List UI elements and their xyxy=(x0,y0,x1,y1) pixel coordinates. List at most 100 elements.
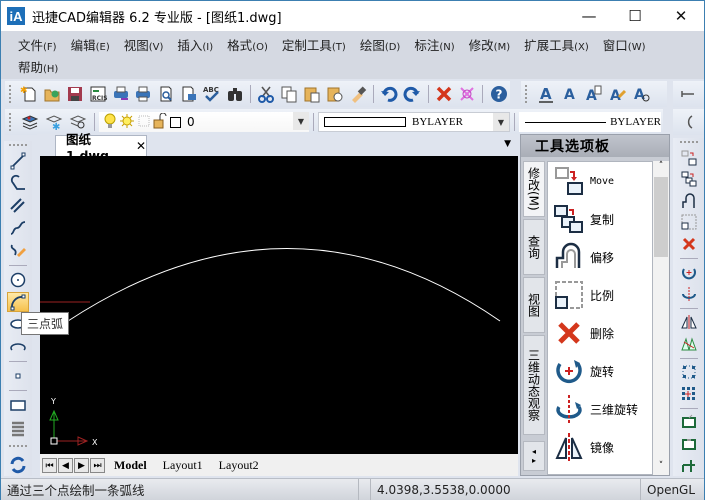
toolbar-grip[interactable] xyxy=(9,113,13,131)
close-button[interactable]: ✕ xyxy=(658,1,704,31)
tab-layout2[interactable]: Layout2 xyxy=(211,456,267,474)
palette-item-erase[interactable]: 删除 xyxy=(548,314,652,352)
palette-item-move[interactable]: Move xyxy=(548,162,652,200)
chevron-down-icon[interactable]: ▼ xyxy=(293,112,309,130)
scroll-up-icon[interactable]: ˄ xyxy=(653,161,669,175)
point-icon[interactable] xyxy=(7,366,29,386)
menu-item-row1-4[interactable]: 格式(O) xyxy=(220,35,275,54)
scroll-thumb[interactable] xyxy=(654,177,668,257)
freeze-icon[interactable] xyxy=(137,114,151,131)
mirror-icon[interactable] xyxy=(678,312,700,333)
tab-model[interactable]: Model xyxy=(106,456,155,474)
lengthen-icon[interactable] xyxy=(678,434,700,455)
toolbar-grip[interactable] xyxy=(679,141,698,144)
palette-tab-modify[interactable]: 修改(M) xyxy=(523,161,545,217)
menu-item-row2-0[interactable]: 帮助(H) xyxy=(11,57,65,76)
palette-item-copy[interactable]: 复制 xyxy=(548,200,652,238)
stretch-icon[interactable] xyxy=(678,412,700,433)
rotate3d-icon[interactable] xyxy=(678,284,700,305)
layer-state-icon[interactable]: ✱ xyxy=(43,111,65,133)
erase-icon[interactable] xyxy=(678,234,700,255)
palette-item-mirror[interactable]: 镜像 xyxy=(548,428,652,466)
lock-icon[interactable] xyxy=(153,112,167,132)
array-icon[interactable] xyxy=(678,362,700,383)
palette-item-rotate3d[interactable]: 三维旋转 xyxy=(548,390,652,428)
menu-item-row1-2[interactable]: 视图(V) xyxy=(117,35,171,54)
print-icon[interactable] xyxy=(133,83,154,105)
help-icon[interactable]: ? xyxy=(488,83,509,105)
mirror3d-icon[interactable] xyxy=(678,334,700,355)
menu-item-row1-7[interactable]: 标注(N) xyxy=(407,35,461,54)
palette-tab-3dorbit[interactable]: 三维动态观察 xyxy=(523,335,545,435)
palette-tab-view[interactable]: 视图 xyxy=(523,277,545,333)
trim-icon[interactable] xyxy=(678,455,700,476)
tab-layout1[interactable]: Layout1 xyxy=(155,456,211,474)
palette-item-offset[interactable]: 偏移 xyxy=(548,238,652,276)
menu-item-row1-8[interactable]: 修改(M) xyxy=(462,35,517,54)
export-icon[interactable]: RCIS xyxy=(87,83,108,105)
purge-icon[interactable] xyxy=(456,83,477,105)
maximize-button[interactable]: ☐ xyxy=(612,1,658,31)
helix-icon[interactable] xyxy=(7,417,29,437)
undo-icon[interactable] xyxy=(379,83,400,105)
regen-icon[interactable] xyxy=(7,455,29,475)
freehand-icon[interactable] xyxy=(7,240,29,260)
edit-text-icon[interactable]: A xyxy=(583,83,605,105)
tab-list-chevron-icon[interactable]: ▼ xyxy=(504,139,511,149)
rectangle-icon[interactable] xyxy=(7,395,29,415)
polyline-icon[interactable] xyxy=(7,173,29,193)
menu-item-row1-9[interactable]: 扩展工具(X) xyxy=(517,35,596,54)
renderer-status[interactable]: OpenGL xyxy=(641,483,695,497)
spline-icon[interactable] xyxy=(7,218,29,238)
open-icon[interactable] xyxy=(42,83,63,105)
text-icon[interactable]: A xyxy=(535,83,557,105)
new-icon[interactable]: ✱ xyxy=(19,83,40,105)
multiline-icon[interactable] xyxy=(7,196,29,216)
color-dropdown[interactable]: BYLAYER ▼ xyxy=(318,112,510,132)
scale-icon[interactable] xyxy=(678,212,700,233)
paste-special-icon[interactable] xyxy=(324,83,345,105)
linear-dim-icon[interactable] xyxy=(677,83,699,105)
circle-icon[interactable] xyxy=(7,269,29,289)
minimize-button[interactable]: — xyxy=(566,1,612,31)
close-icon[interactable]: ✕ xyxy=(136,139,146,153)
print-to-icon[interactable] xyxy=(110,83,131,105)
delete-icon[interactable] xyxy=(434,83,455,105)
layer-dropdown[interactable]: 0 ▼ xyxy=(99,112,309,132)
toolbar-grip[interactable] xyxy=(9,444,27,448)
tab-drawing1[interactable]: 图纸1.dwg ✕ xyxy=(55,132,147,163)
palette-item-rotate[interactable]: 旋转 xyxy=(548,352,652,390)
toolbar-grip[interactable] xyxy=(525,85,529,103)
offset-icon[interactable] xyxy=(678,191,700,212)
menu-item-row1-1[interactable]: 编辑(E) xyxy=(64,35,117,54)
layer-manager-icon[interactable] xyxy=(19,111,41,133)
chevron-down-icon[interactable]: ▼ xyxy=(493,113,509,131)
ellipse-arc-icon[interactable] xyxy=(7,337,29,357)
menu-item-row1-10[interactable]: 窗口(W) xyxy=(596,35,653,54)
cut-icon[interactable] xyxy=(256,83,277,105)
prev-tab-icon[interactable]: ◀ xyxy=(58,457,73,473)
find-icon[interactable] xyxy=(224,83,245,105)
paste-icon[interactable] xyxy=(302,83,323,105)
drawing-canvas[interactable]: Y X xyxy=(40,156,518,454)
three-point-arc-icon[interactable] xyxy=(7,291,29,313)
mtext-icon[interactable]: A xyxy=(559,83,581,105)
find-text-icon[interactable]: A xyxy=(631,83,653,105)
linetype-dropdown[interactable]: BYLAYER xyxy=(519,112,661,132)
scroll-down-icon[interactable]: ˅ xyxy=(653,461,669,475)
menu-item-row1-0[interactable]: 文件(F) xyxy=(11,35,64,54)
palette-scrollbar[interactable]: ˄ ˅ xyxy=(653,161,669,475)
menu-item-row1-6[interactable]: 绘图(D) xyxy=(353,35,408,54)
save-icon[interactable] xyxy=(65,83,86,105)
text-style-icon[interactable]: A xyxy=(607,83,629,105)
redo-icon[interactable] xyxy=(402,83,423,105)
spellcheck-icon[interactable]: ABC xyxy=(201,83,222,105)
copy-icon[interactable] xyxy=(279,83,300,105)
line-icon[interactable] xyxy=(7,151,29,171)
palette-scroll-tabs-icon[interactable]: ◂▸ xyxy=(523,441,545,471)
menu-item-row1-3[interactable]: 插入(I) xyxy=(170,35,220,54)
rect-array-icon[interactable] xyxy=(678,384,700,405)
page-setup-icon[interactable] xyxy=(179,83,200,105)
first-tab-icon[interactable]: ⏮ xyxy=(42,457,57,473)
copy-icon[interactable] xyxy=(678,169,700,190)
